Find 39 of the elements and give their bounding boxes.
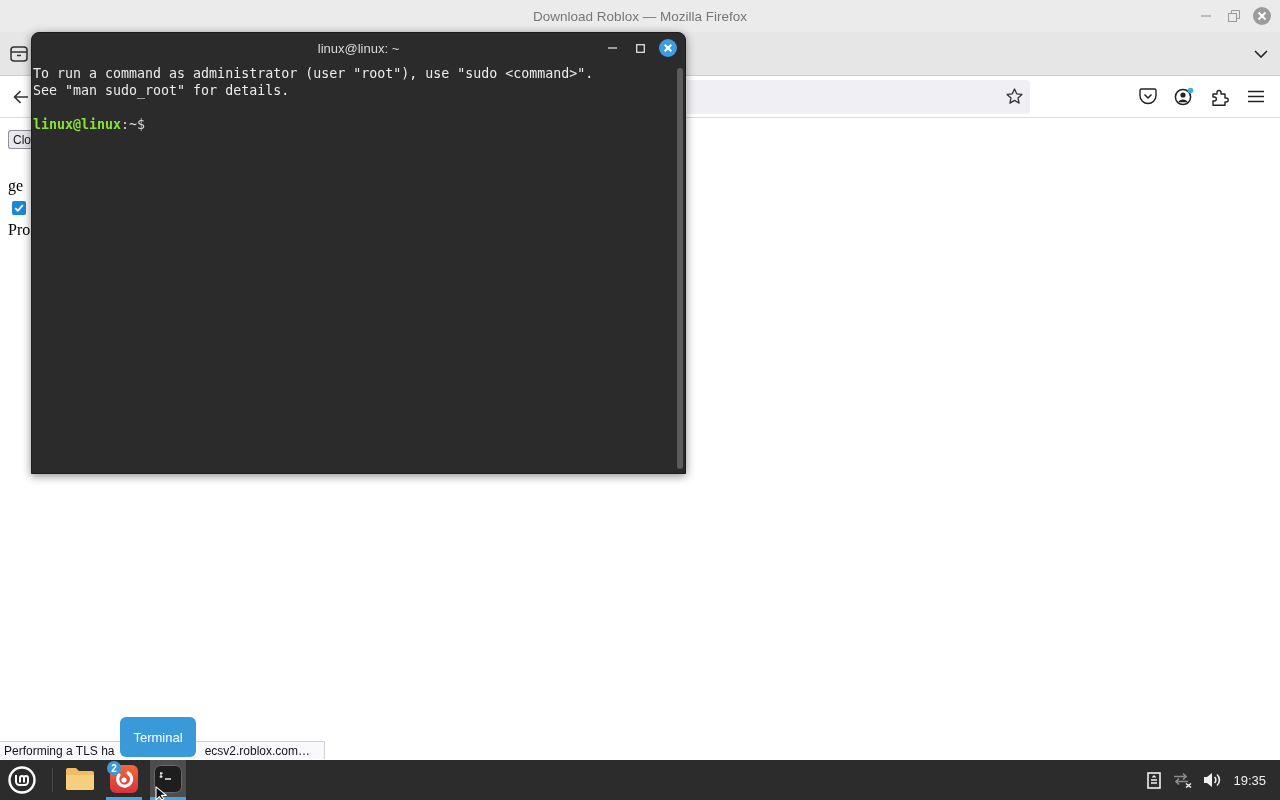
chevron-down-icon [1254, 49, 1268, 58]
logo-icon [8, 766, 36, 794]
maximize-icon [635, 43, 645, 53]
scrollbar-thumb[interactable] [677, 68, 683, 469]
tray-box-icon [10, 45, 28, 62]
taskbar-app-button[interactable] [150, 760, 186, 800]
close-icon [1253, 7, 1271, 25]
window-title: linux@linux: ~ [317, 40, 400, 56]
folder-icon [65, 766, 95, 791]
tooltip: Terminal [120, 717, 196, 757]
clock[interactable]: 19:35 [1233, 772, 1266, 788]
terminal-output-line: To run a command as administrator (user "root"), use "sudo <command>". [33, 65, 594, 82]
network-disconnected-icon[interactable] [1172, 772, 1193, 788]
menu-icon [1248, 90, 1264, 103]
terminal-output-line: See "man sudo_root" for details. [33, 82, 290, 99]
window-title: Download Roblox — Mozilla Firefox [533, 8, 747, 24]
back-arrow-icon [13, 89, 29, 104]
puzzle-icon [1211, 87, 1229, 106]
shell-prompt: linux@linux:~$ [33, 116, 146, 133]
star-icon[interactable] [1006, 88, 1023, 105]
minimize-icon [607, 47, 617, 49]
page-text: Pro [8, 220, 31, 239]
terminal-icon [154, 764, 182, 793]
status-text: Performing a TLS ha [4, 743, 115, 758]
account-icon [1174, 87, 1194, 106]
volume-icon[interactable] [1203, 772, 1222, 788]
checkbox[interactable] [12, 201, 26, 215]
swirl-app-icon [110, 764, 138, 793]
status-text: ecsv2.roblox.com… [204, 743, 310, 758]
shield-chevron-icon [1139, 88, 1157, 105]
mouse-pointer-icon [155, 786, 168, 800]
minimize-icon [1201, 15, 1211, 17]
count-badge: 2 [107, 761, 121, 775]
url-field[interactable] [687, 79, 1030, 114]
page-text: ge [8, 176, 24, 195]
close-icon [659, 39, 677, 57]
note-icon[interactable] [1147, 771, 1162, 789]
restore-icon [1228, 10, 1240, 22]
page-button[interactable]: Clo [8, 130, 31, 149]
